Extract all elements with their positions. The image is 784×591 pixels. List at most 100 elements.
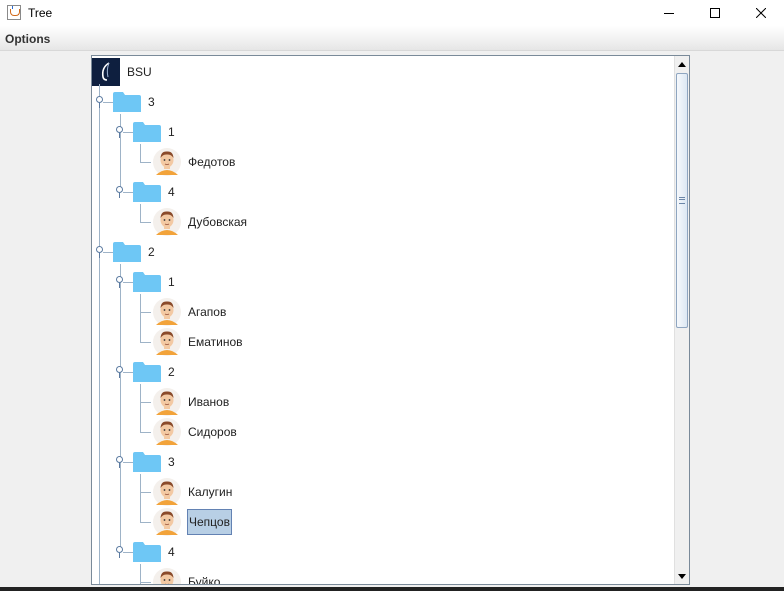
java-app-icon xyxy=(7,5,21,20)
tree-guide-line xyxy=(123,192,133,193)
folder-icon xyxy=(133,541,161,563)
tree-folder-node[interactable]: 4 xyxy=(133,177,176,207)
folder-icon xyxy=(113,241,141,263)
expand-toggle-icon[interactable] xyxy=(116,546,123,553)
tree-node-label: Сидоров xyxy=(188,425,237,439)
tree-guide-line xyxy=(140,402,151,403)
vertical-scrollbar[interactable] xyxy=(674,56,689,584)
tree-guide-line xyxy=(140,474,141,522)
tree-node-label: Иванов xyxy=(188,395,230,409)
tree-person-node[interactable]: Дубовская xyxy=(153,207,248,237)
menu-options[interactable]: Options xyxy=(5,32,50,46)
tree-guide-line xyxy=(140,384,141,432)
tree-person-node[interactable]: Ематинов xyxy=(153,327,244,357)
tree-folder-node[interactable]: 2 xyxy=(113,237,156,267)
tree-guide-line xyxy=(140,522,151,523)
folder-icon xyxy=(113,91,141,113)
maximize-button[interactable] xyxy=(692,0,738,26)
taskbar-edge xyxy=(0,587,784,591)
tree-guide-line xyxy=(140,432,151,433)
tree-person-node[interactable]: Федотов xyxy=(153,147,236,177)
tree-folder-node[interactable]: 4 xyxy=(133,537,176,567)
folder-icon xyxy=(133,121,161,143)
person-avatar-icon xyxy=(153,208,181,236)
tree-view[interactable]: BSU 3 1 Федотов 4 Дубовская 2 1 Агапов Ематинов 2… xyxy=(91,55,690,585)
expand-toggle-stem xyxy=(119,463,120,468)
tree-node-label: Федотов xyxy=(188,155,236,169)
tree-guide-line xyxy=(140,222,151,223)
expand-toggle-icon[interactable] xyxy=(96,96,103,103)
tree-node-label: 3 xyxy=(148,95,155,109)
title-bar: Tree xyxy=(0,0,784,26)
tree-node-label: Калугин xyxy=(188,485,233,499)
tree-person-node[interactable]: Сидоров xyxy=(153,417,238,447)
scroll-down-button[interactable] xyxy=(675,568,689,584)
tree-guide-line xyxy=(99,84,100,584)
tree-folder-node[interactable]: 3 xyxy=(133,447,176,477)
tree-folder-node[interactable]: 1 xyxy=(133,267,176,297)
tree-root[interactable]: BSU xyxy=(92,57,153,87)
minimize-button[interactable] xyxy=(646,0,692,26)
university-logo-icon xyxy=(92,58,120,86)
tree-node-label: Буйко xyxy=(188,575,221,584)
tree-person-node[interactable]: Агапов xyxy=(153,297,227,327)
expand-toggle-stem xyxy=(99,253,100,258)
expand-toggle-stem xyxy=(119,193,120,198)
tree-node-label: 3 xyxy=(168,455,175,469)
tree-canvas: BSU 3 1 Федотов 4 Дубовская 2 1 Агапов Ематинов 2… xyxy=(92,56,675,584)
tree-guide-line xyxy=(120,264,121,552)
person-avatar-icon xyxy=(153,298,181,326)
expand-toggle-icon[interactable] xyxy=(96,246,103,253)
tree-person-node[interactable]: Калугин xyxy=(153,477,233,507)
tree-guide-line xyxy=(123,462,133,463)
tree-folder-node[interactable]: 2 xyxy=(133,357,176,387)
tree-guide-line xyxy=(103,252,113,253)
tree-node-label: 1 xyxy=(168,125,175,139)
tree-guide-line xyxy=(140,582,151,583)
tree-node-label: 1 xyxy=(168,275,175,289)
scroll-thumb[interactable] xyxy=(676,73,688,328)
tree-person-node[interactable]: Иванов xyxy=(153,387,230,417)
tree-person-node[interactable]: Чепцов xyxy=(153,507,232,537)
arrow-up-icon xyxy=(678,61,686,67)
person-avatar-icon xyxy=(153,568,181,584)
tree-root-label: BSU xyxy=(127,65,152,79)
tree-folder-node[interactable]: 3 xyxy=(113,87,156,117)
tree-node-label: Ематинов xyxy=(188,335,243,349)
tree-person-node[interactable]: Буйко xyxy=(153,567,221,584)
person-avatar-icon xyxy=(153,388,181,416)
tree-guide-line xyxy=(140,294,141,342)
expand-toggle-icon[interactable] xyxy=(116,126,123,133)
minimize-icon xyxy=(664,13,674,14)
tree-guide-line xyxy=(140,312,151,313)
arrow-down-icon xyxy=(678,573,686,579)
tree-guide-line xyxy=(123,372,133,373)
scroll-up-button[interactable] xyxy=(675,56,689,72)
expand-toggle-stem xyxy=(119,283,120,288)
tree-node-label: 2 xyxy=(148,245,155,259)
tree-node-label: 4 xyxy=(168,545,175,559)
expand-toggle-icon[interactable] xyxy=(116,276,123,283)
maximize-icon xyxy=(710,8,720,18)
tree-guide-line xyxy=(140,342,151,343)
expand-toggle-stem xyxy=(99,103,100,108)
person-avatar-icon xyxy=(153,508,181,536)
tree-guide-line xyxy=(123,552,133,553)
tree-guide-line xyxy=(103,102,113,103)
folder-icon xyxy=(133,361,161,383)
tree-guide-line xyxy=(123,282,133,283)
tree-node-label: 2 xyxy=(168,365,175,379)
close-button[interactable] xyxy=(738,0,784,26)
folder-icon xyxy=(133,181,161,203)
expand-toggle-stem xyxy=(119,373,120,378)
tree-guide-line xyxy=(140,492,151,493)
window-title: Tree xyxy=(28,6,53,20)
tree-guide-line xyxy=(123,132,133,133)
expand-toggle-icon[interactable] xyxy=(116,366,123,373)
expand-toggle-icon[interactable] xyxy=(116,186,123,193)
person-avatar-icon xyxy=(153,328,181,356)
folder-icon xyxy=(133,271,161,293)
tree-guide-line xyxy=(140,162,151,163)
tree-folder-node[interactable]: 1 xyxy=(133,117,176,147)
expand-toggle-icon[interactable] xyxy=(116,456,123,463)
